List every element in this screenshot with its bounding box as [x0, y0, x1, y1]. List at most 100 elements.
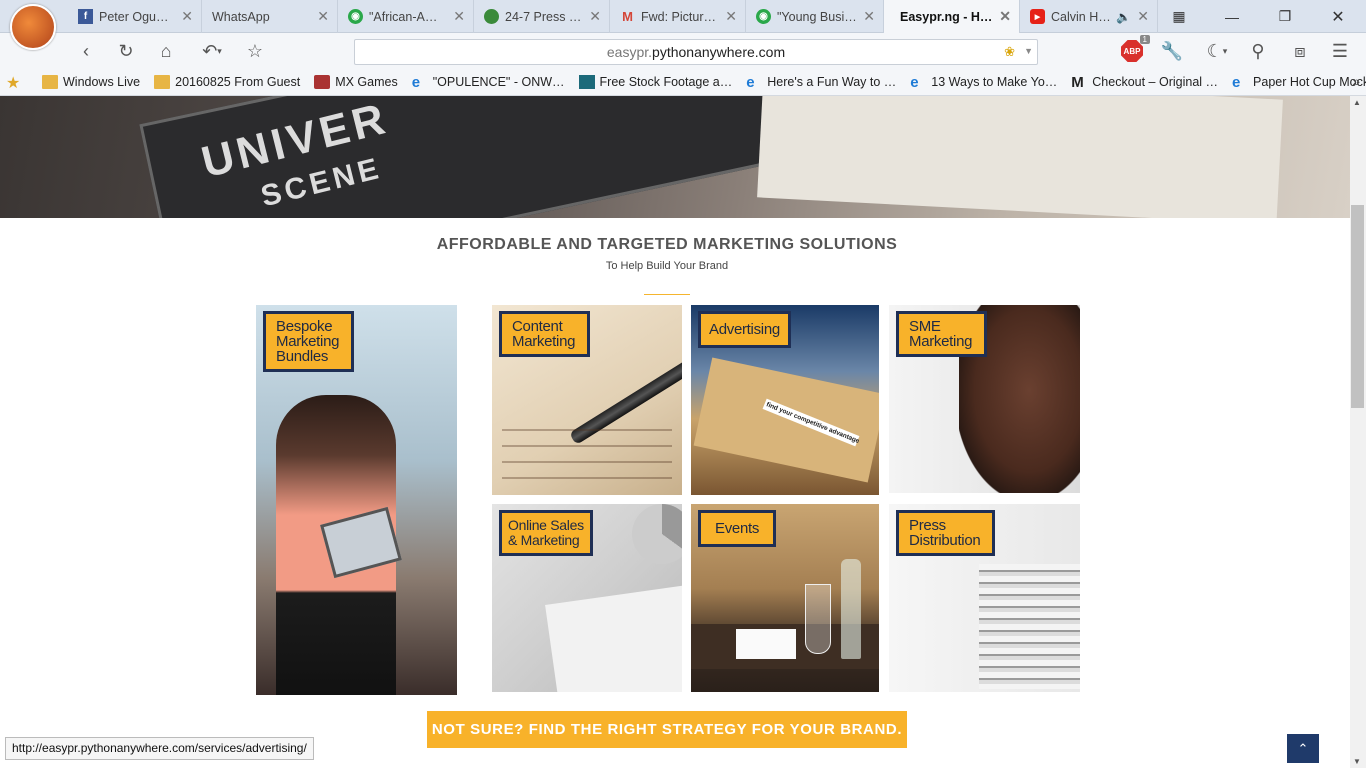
bookmark-star-icon[interactable]: ☆ — [243, 39, 267, 63]
label-line: & Marketing — [508, 532, 580, 548]
tab-youtube[interactable]: ▶ Calvin H… 🔈 ✕ — [1020, 0, 1158, 33]
scroll-to-top-icon[interactable]: ⌃ — [1287, 734, 1319, 763]
handwriting-shape — [502, 415, 672, 485]
adblock-icon[interactable]: ABP 1 — [1120, 35, 1150, 63]
toolbox-icon[interactable]: ⧈ — [1288, 39, 1312, 63]
back-icon[interactable]: ‹ — [74, 39, 98, 63]
tile-events[interactable]: Events — [691, 504, 879, 692]
search-icon[interactable]: ⚲ — [1246, 39, 1270, 63]
tile-bespoke-marketing[interactable]: Bespoke Marketing Bundles — [256, 305, 457, 695]
scroll-up-icon[interactable]: ▲ — [1353, 98, 1361, 107]
bookmark-label: Here's a Fun Way to … — [767, 75, 897, 89]
tab-grid-icon[interactable]: ▦ — [1156, 8, 1202, 25]
label-line: Marketing — [909, 333, 973, 350]
bookmark-13-ways[interactable]: e 13 Ways to Make Yo… — [910, 74, 1057, 91]
close-icon[interactable]: ✕ — [453, 8, 465, 25]
browser-logo[interactable] — [10, 4, 56, 50]
address-bar[interactable]: easypr. pythonanywhere.com ❀ ▼ — [354, 39, 1038, 65]
tab-easypr[interactable]: Easypr.ng - Home ✕ — [884, 0, 1020, 33]
tab-gmail[interactable]: M Fwd: Picture I… ✕ — [610, 0, 746, 33]
close-icon[interactable]: ✕ — [725, 8, 737, 25]
speaker-icon[interactable]: 🔈 — [1116, 10, 1131, 24]
bookmark-hot-cup[interactable]: e Paper Hot Cup Mock… — [1232, 74, 1366, 91]
scrollbar-thumb[interactable] — [1351, 205, 1364, 408]
close-icon[interactable]: ✕ — [863, 8, 875, 25]
ie-icon: e — [1232, 73, 1241, 91]
minimize-icon[interactable]: — — [1202, 9, 1262, 25]
facebook-icon: f — [78, 9, 93, 24]
ie-icon: e — [411, 73, 421, 91]
strategy-cta-button[interactable]: NOT SURE? FIND THE RIGHT STRATEGY FOR YO… — [427, 711, 907, 748]
bookmark-folder-guest[interactable]: 20160825 From Guest — [154, 75, 300, 89]
bookmark-opulence[interactable]: e "OPULENCE" - ONW… — [412, 74, 565, 91]
restore-icon[interactable]: ❐ — [1262, 8, 1308, 25]
bookmarks-overflow-icon[interactable]: » — [1352, 73, 1360, 89]
ie-icon: e — [910, 73, 919, 91]
url-prefix: easypr. — [606, 44, 653, 60]
tile-label: Bespoke Marketing Bundles — [263, 311, 355, 372]
page-content: UNIVER SCENE ⁠ AFFORDABLE AND TARGETED M… — [0, 96, 1350, 768]
bookmark-label: 13 Ways to Make Yo… — [931, 75, 1058, 89]
folder-icon — [42, 75, 58, 89]
reload-icon[interactable]: ↻ — [114, 39, 138, 63]
label-line: Advertising — [709, 321, 780, 338]
bookmark-fun-way[interactable]: e Here's a Fun Way to … — [746, 74, 896, 91]
close-window-icon[interactable]: ✕ — [1308, 7, 1366, 27]
menu-icon[interactable]: ☰ — [1328, 39, 1352, 63]
tab-young-business[interactable]: ◉ "Young Busin… ✕ — [746, 0, 884, 33]
undo-icon[interactable]: ↶ ▾ — [194, 39, 230, 63]
tab-african[interactable]: ◉ "African-Am… ✕ — [338, 0, 474, 33]
close-icon[interactable]: ✕ — [589, 8, 601, 25]
tile-content-marketing[interactable]: Content Marketing — [492, 305, 682, 495]
tab-title: Peter Ogunoj… — [99, 9, 175, 24]
extension-icon[interactable]: ❀ — [1004, 44, 1015, 60]
bookmark-label: 20160825 From Guest — [175, 75, 301, 89]
tile-label: Content Marketing — [499, 311, 591, 357]
tile-advertising[interactable]: find your competitive advantage Advertis… — [691, 305, 879, 495]
status-url-tooltip: http://easypr.pythonanywhere.com/service… — [5, 737, 314, 760]
title-divider — [644, 294, 690, 295]
bookmark-mx-games[interactable]: MX Games — [314, 75, 398, 89]
bookmark-label: Free Stock Footage a… — [599, 75, 733, 89]
home-icon[interactable]: ⌂ — [154, 39, 178, 63]
tab-title: "Young Busin… — [777, 9, 858, 24]
page-scrollbar[interactable]: ▲ ▼ — [1350, 96, 1366, 768]
tab-whatsapp[interactable]: WhatsApp ✕ — [202, 0, 338, 33]
tile-online-sales[interactable]: Online Sales & Marketing — [492, 504, 682, 692]
bookmark-label: MX Games — [335, 75, 398, 89]
adblock-count: 1 — [1139, 35, 1150, 44]
tab-bar: f Peter Ogunoj… ✕ WhatsApp ✕ ◉ "African-… — [0, 0, 1366, 50]
label-line: Marketing — [512, 333, 576, 350]
tile-label: Press Distribution — [896, 510, 996, 556]
close-icon[interactable]: ✕ — [181, 8, 193, 25]
bookmark-windows-live[interactable]: Windows Live — [42, 75, 140, 89]
label-line: Marketing — [276, 333, 340, 350]
bookmark-label: Checkout – Original … — [1092, 75, 1219, 89]
film-icon — [578, 75, 595, 89]
label-line: Bespoke — [276, 318, 333, 335]
tab-press-release[interactable]: 24-7 Press Rel… ✕ — [474, 0, 610, 33]
bookmark-stock-footage[interactable]: Free Stock Footage a… — [578, 75, 733, 89]
dropdown-icon[interactable]: ▼ — [1024, 46, 1033, 56]
section-title: AFFORDABLE AND TARGETED MARKETING SOLUTI… — [436, 236, 898, 253]
bookmark-checkout[interactable]: M Checkout – Original … — [1071, 74, 1218, 91]
night-mode-icon[interactable]: ☾ ▾ — [1200, 39, 1234, 63]
tile-sme-marketing[interactable]: SME Marketing — [889, 305, 1080, 493]
close-icon[interactable]: ✕ — [999, 8, 1011, 25]
game-icon — [314, 75, 331, 89]
close-icon[interactable]: ✕ — [1137, 8, 1149, 25]
tab-title: Fwd: Picture I… — [641, 9, 719, 24]
tools-icon[interactable]: 🔧 — [1160, 39, 1184, 63]
globe-icon — [484, 9, 499, 24]
scroll-down-icon[interactable]: ▼ — [1353, 757, 1361, 766]
section-subtitle: To Help Build Your Brand — [605, 260, 729, 272]
tile-label: Advertising — [698, 311, 791, 348]
label-line: Distribution — [909, 532, 981, 549]
notebook-shape — [757, 96, 1283, 218]
tab-facebook[interactable]: f Peter Ogunoj… ✕ — [68, 0, 202, 33]
card-shape — [736, 629, 796, 659]
tile-press-distribution[interactable]: Press Distribution — [889, 504, 1080, 692]
tab-title: WhatsApp — [212, 9, 270, 24]
close-icon[interactable]: ✕ — [317, 8, 329, 25]
favorites-star-icon[interactable]: ★ — [6, 73, 20, 93]
